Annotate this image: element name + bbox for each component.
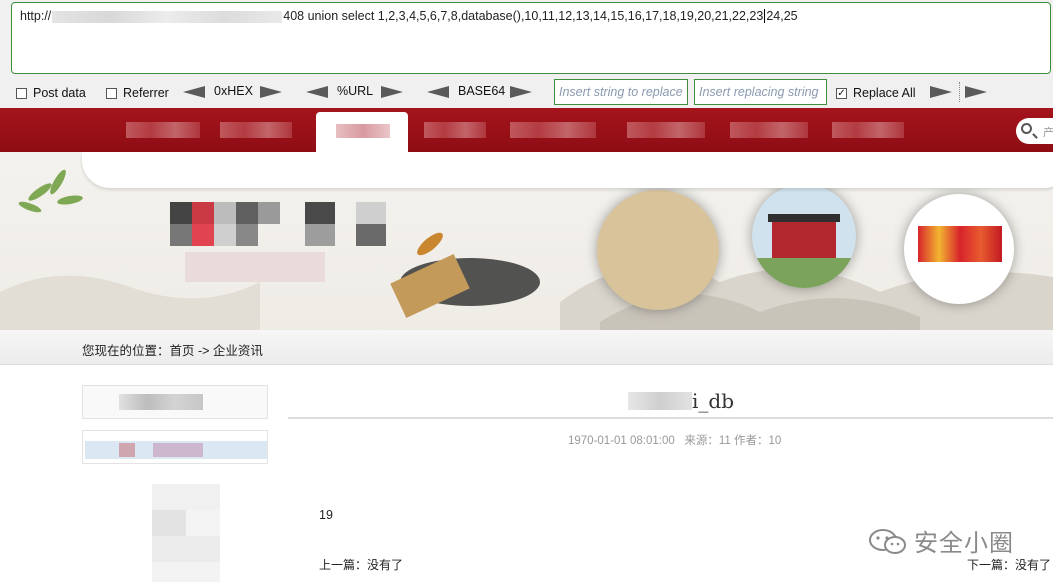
search-placeholder: 产 [1043, 126, 1053, 139]
breadcrumb-bar: 您现在的位置：首页 -> 企业资讯 [0, 330, 1053, 365]
nav-item-active[interactable] [316, 112, 408, 154]
prev-article-link[interactable]: 上一篇：没有了 [319, 556, 403, 573]
hackbar-options-row: Post data Referrer 0xHEX %URL BASE64 Ins… [0, 79, 1053, 106]
title-divider [288, 417, 1053, 419]
nav-item-redacted[interactable] [832, 122, 904, 138]
separator [959, 82, 961, 102]
base64-decode-arrow-icon[interactable] [427, 86, 449, 98]
watermark-text: 安全小圈 [914, 529, 1014, 557]
nav-item-redacted[interactable] [424, 122, 486, 138]
nav-item-redacted[interactable] [220, 122, 292, 138]
url-decode-arrow-icon[interactable] [306, 86, 328, 98]
replace-reverse-arrow-icon[interactable] [965, 86, 987, 98]
article-meta: 1970-01-01 08:01:00 来源：11 作者：10 [568, 435, 782, 447]
wechat-icon [869, 528, 906, 554]
redacted-logo [170, 202, 386, 282]
referrer-label: Referrer [123, 86, 169, 100]
url-injection: 408 union select 1,2,3,4,5,6,7,8,databas… [283, 9, 764, 23]
replace-with-input[interactable]: Insert replacing string [694, 79, 827, 105]
post-data-checkbox[interactable]: Post data [16, 86, 86, 100]
sidebar-header-redacted [119, 394, 203, 410]
next-article-link[interactable]: 下一篇：没有了 [967, 556, 1051, 573]
replace-all-checkbox[interactable]: ✓ Replace All [836, 86, 916, 100]
watermark: 安全小圈 [868, 523, 1014, 558]
hex-decode-arrow-icon[interactable] [183, 86, 205, 98]
banner-circle-gate [752, 184, 856, 288]
banner-circle-calligraphy [597, 190, 719, 310]
sidebar-pixel [119, 443, 135, 457]
checkbox-checked-icon[interactable]: ✓ [836, 87, 847, 99]
url-tail: 24,25 [766, 9, 798, 23]
url-encode-arrow-icon[interactable] [381, 86, 403, 98]
article-body: 19 [319, 508, 333, 522]
replace-all-label: Replace All [853, 86, 916, 100]
nav-item-redacted[interactable] [126, 122, 200, 138]
banner-circle-products [904, 194, 1014, 304]
redacted-host [52, 10, 283, 23]
site-nav-bar [0, 108, 1053, 152]
url-input[interactable]: http:// 408 union select 1,2,3,4,5,6,7,8,… [11, 2, 1051, 74]
nav-item-redacted[interactable] [510, 122, 596, 138]
post-data-label: Post data [33, 86, 86, 100]
nav-active-label-redacted [336, 124, 390, 138]
base64-label: BASE64 [458, 84, 506, 98]
sidebar-header [82, 385, 268, 419]
article-title-text: i_db [692, 389, 735, 413]
checkbox-box[interactable] [106, 87, 117, 99]
hackbar-toolbar: http:// 408 union select 1,2,3,4,5,6,7,8,… [0, 0, 1053, 108]
replace-search-input[interactable]: Insert string to replace [554, 79, 688, 105]
replace-apply-arrow-icon[interactable] [930, 86, 952, 98]
article-title: i_db [628, 389, 734, 413]
checkbox-box[interactable] [16, 87, 27, 99]
url-prefix: http:// [20, 9, 52, 23]
search-icon[interactable] [1021, 123, 1032, 134]
redacted-db-prefix [628, 392, 692, 410]
hex-label: 0xHEX [214, 84, 253, 98]
search-box[interactable]: 产 [1016, 118, 1053, 144]
referrer-checkbox[interactable]: Referrer [106, 86, 169, 100]
sidebar-pixel [153, 443, 203, 457]
banner-top-curve [82, 152, 1053, 188]
base64-encode-arrow-icon[interactable] [510, 86, 532, 98]
hex-encode-arrow-icon[interactable] [260, 86, 282, 98]
breadcrumb: 您现在的位置：首页 -> 企业资讯 [82, 344, 263, 358]
nav-item-redacted[interactable] [627, 122, 705, 138]
url-encode-label: %URL [337, 84, 374, 98]
nav-item-redacted[interactable] [730, 122, 808, 138]
sidebar-item-active[interactable] [82, 430, 268, 464]
